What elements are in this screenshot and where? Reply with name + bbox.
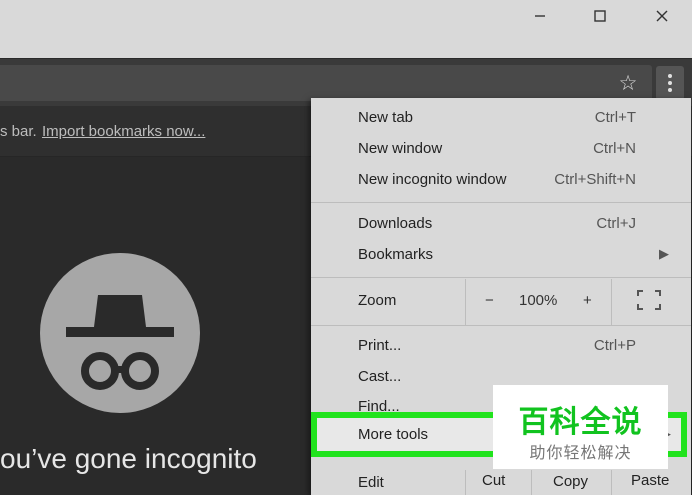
close-icon [656, 10, 668, 22]
menu-item-label: More tools [358, 426, 429, 443]
address-bar[interactable]: ☆ [0, 65, 652, 101]
submenu-arrow-icon: ▶ [659, 246, 669, 261]
cut-button[interactable]: Cut [482, 472, 505, 489]
kebab-menu-icon[interactable] [656, 66, 684, 100]
edit-divider [531, 470, 532, 495]
menu-item-bookmarks[interactable]: Bookmarks ▶ [311, 240, 691, 270]
menu-item-zoom: Zoom [311, 286, 691, 316]
edit-divider [611, 470, 612, 495]
edit-divider [465, 470, 466, 495]
menu-item-shortcut: Ctrl+T [594, 109, 636, 126]
fullscreen-button[interactable] [637, 290, 661, 310]
bookmark-star-icon[interactable]: ☆ [614, 69, 642, 97]
menu-item-new-window[interactable]: New window Ctrl+N [311, 134, 691, 164]
copy-button[interactable]: Copy [553, 473, 588, 490]
zoom-out-button[interactable]: − [485, 292, 494, 309]
zoom-level: 100% [519, 292, 558, 309]
menu-item-print[interactable]: Print... Ctrl+P [311, 331, 691, 361]
menu-item-label: Cast... [358, 368, 402, 385]
menu-item-shortcut: Ctrl+N [593, 140, 636, 157]
menu-item-label: New window [358, 140, 443, 157]
title-bar [0, 0, 692, 58]
paste-button[interactable]: Paste [631, 472, 669, 489]
menu-divider [311, 277, 691, 278]
menu-divider [311, 325, 691, 326]
maximize-button[interactable] [570, 2, 630, 30]
menu-divider [311, 202, 691, 203]
menu-item-edit: Edit Cut Copy Paste [311, 470, 691, 495]
watermark-title: 百科全说 [518, 406, 643, 439]
watermark-subtitle: 助你轻松解决 [529, 445, 632, 462]
zoom-label: Zoom [358, 292, 397, 309]
menu-item-new-incognito-window[interactable]: New incognito window Ctrl+Shift+N [311, 165, 691, 195]
zoom-divider [611, 279, 612, 325]
zoom-divider [465, 279, 466, 325]
zoom-in-button[interactable]: + [583, 292, 592, 309]
menu-item-shortcut: Ctrl+Shift+N [554, 171, 636, 188]
menu-item-label: Print... [358, 337, 402, 354]
minimize-button[interactable] [510, 2, 570, 30]
menu-item-shortcut: Ctrl+J [596, 215, 636, 232]
menu-item-shortcut: Ctrl+P [593, 337, 636, 354]
bookmarks-bar-text: s bar. [0, 123, 37, 140]
fullscreen-icon [637, 290, 661, 310]
menu-item-label: New tab [358, 109, 414, 126]
menu-item-new-tab[interactable]: New tab Ctrl+T [311, 103, 691, 133]
minimize-icon [535, 15, 545, 17]
watermark-logo: 百科全说 助你轻松解决 [493, 385, 668, 469]
edit-label: Edit [358, 474, 384, 491]
incognito-icon [40, 253, 200, 413]
incognito-heading: ou’ve gone incognito [0, 443, 257, 474]
close-button[interactable] [632, 2, 692, 30]
menu-item-downloads[interactable]: Downloads Ctrl+J [311, 209, 691, 239]
menu-item-label: Bookmarks [358, 246, 434, 263]
menu-item-label: Downloads [358, 215, 433, 232]
menu-item-label: New incognito window [358, 171, 507, 188]
import-bookmarks-link[interactable]: Import bookmarks now... [42, 123, 205, 140]
maximize-icon [594, 10, 606, 22]
